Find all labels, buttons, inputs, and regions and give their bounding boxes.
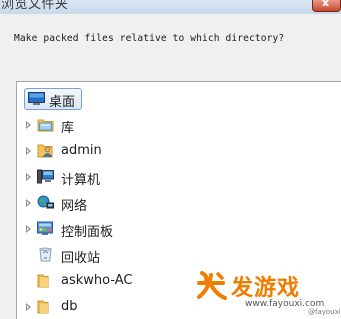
window-title: 浏览文件夹 [1, 0, 69, 12]
tree-item-desktop[interactable]: 桌面 [17, 88, 341, 110]
expand-arrow-icon[interactable] [26, 147, 31, 155]
tree-item-label: db [61, 299, 78, 314]
watermark: 发游戏 www.fayouxi.com @fayouxi [196, 266, 341, 318]
watermark-brand: 发游戏 [231, 276, 301, 301]
tree-item-recycle-bin[interactable]: 回收站 [17, 244, 341, 266]
desktop-icon [28, 91, 45, 106]
watermark-logo-icon [196, 269, 228, 303]
control-panel-icon [37, 221, 54, 236]
expand-arrow-icon[interactable] [26, 199, 31, 207]
computer-icon [37, 169, 54, 184]
folder-icon [37, 273, 54, 288]
folder-icon [37, 299, 54, 314]
expand-arrow-icon[interactable] [26, 121, 31, 129]
title-bar: 浏览文件夹 x [0, 0, 341, 14]
tree-item-label: 回收站 [61, 251, 101, 266]
tree-item-label: 桌面 [49, 95, 76, 110]
close-icon: x [322, 0, 330, 9]
tree-item-label: 计算机 [61, 173, 101, 188]
tree-item-label: 控制面板 [61, 225, 114, 240]
tree-item-control-panel[interactable]: 控制面板 [17, 218, 341, 240]
tree-item-admin[interactable]: admin [17, 140, 341, 162]
tree-item-network[interactable]: 网络 [17, 192, 341, 214]
tree-item-label: 库 [61, 121, 75, 136]
network-icon [37, 195, 54, 210]
recycle-bin-icon [37, 247, 54, 262]
expand-arrow-icon[interactable] [26, 225, 31, 233]
close-button[interactable]: x [312, 0, 341, 12]
user-folder-icon [37, 143, 54, 158]
watermark-handle: @fayouxi [308, 308, 341, 316]
expand-arrow-icon[interactable] [26, 173, 31, 181]
tree-item-label: askwho-AC [61, 273, 133, 288]
tree-item-label: admin [61, 143, 102, 158]
prompt-text: Make packed files relative to which dire… [14, 33, 285, 44]
expand-arrow-icon[interactable] [26, 303, 31, 311]
tree-item-label: 网络 [61, 199, 88, 214]
libraries-icon [37, 117, 54, 132]
tree-item-computer[interactable]: 计算机 [17, 166, 341, 188]
tree-item-libraries[interactable]: 库 [17, 114, 341, 136]
